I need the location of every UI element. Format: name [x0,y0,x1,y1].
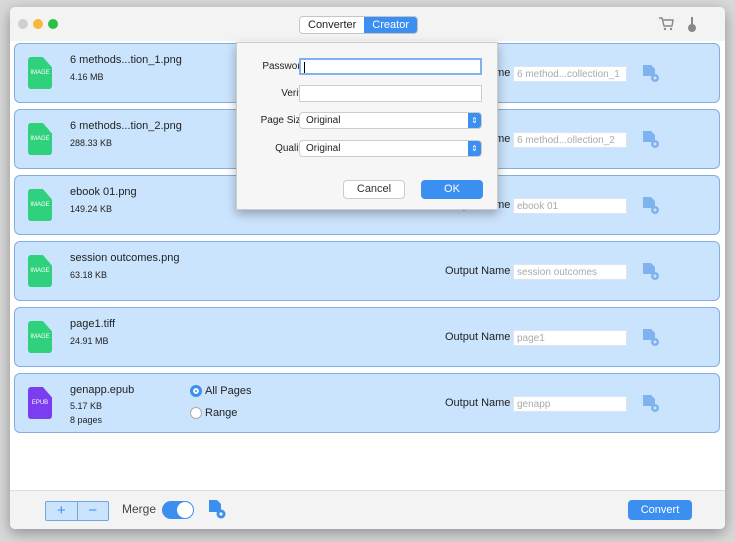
close-window-button[interactable] [18,19,28,29]
brush-icon[interactable] [687,17,697,36]
file-name: page1.tiff [70,318,116,330]
output-name-input[interactable]: session outcomes [513,264,627,280]
text-caret [304,62,305,73]
ok-button[interactable]: OK [421,180,483,199]
add-remove-control: + − [45,501,109,521]
file-name: ebook 01.png [70,186,137,198]
file-row[interactable]: EPUB genapp.epub 5.17 KB 8 pages All Pag… [14,373,720,433]
page-size-select[interactable]: Original ⇕ [299,112,482,129]
radio-unselected-icon [190,407,202,420]
file-settings-icon[interactable] [642,65,660,83]
file-name: genapp.epub [70,384,135,396]
select-arrows-icon: ⇕ [468,113,481,128]
radio-selected-icon [190,385,202,398]
app-window: Converter Creator IMAGE 6 methods...tion… [10,7,725,529]
footer-toolbar: + − Merge Convert [10,490,725,529]
minimize-window-button[interactable] [33,19,43,29]
output-name-input[interactable]: ebook 01 [513,198,627,214]
convert-button[interactable]: Convert [628,500,692,520]
output-name-label: Output Name [445,331,511,343]
range-radio[interactable]: Range [190,407,237,420]
file-settings-icon[interactable] [642,197,660,215]
toggle-knob [177,502,193,518]
file-settings-icon[interactable] [642,329,660,347]
file-size: 63.18 KB [70,270,108,280]
file-size: 149.24 KB [70,204,113,214]
output-name-input[interactable]: page1 [513,330,627,346]
remove-file-button[interactable]: − [78,502,109,520]
file-name: 6 methods...tion_1.png [70,54,182,66]
cart-icon[interactable] [658,17,674,34]
pdf-options-dialog: Password: Verify: Page Size: Original ⇕ Q… [236,42,498,210]
output-name-input[interactable]: 6 method...collection_1 [513,66,627,82]
file-name: 6 methods...tion_2.png [70,120,182,132]
output-name-label: Output Name [445,265,511,277]
file-row[interactable]: IMAGE page1.tiff 24.91 MB Output Name pa… [14,307,720,367]
maximize-window-button[interactable] [48,19,58,29]
merge-label: Merge [122,502,157,516]
file-settings-icon[interactable] [642,263,660,281]
image-file-icon: IMAGE [28,57,52,89]
tab-converter[interactable]: Converter [300,17,365,33]
file-size: 24.91 MB [70,336,109,346]
epub-file-icon: EPUB [28,387,52,419]
file-name: session outcomes.png [70,252,180,264]
file-row[interactable]: IMAGE session outcomes.png 63.18 KB Outp… [14,241,720,301]
image-file-icon: IMAGE [28,321,52,353]
image-file-icon: IMAGE [28,255,52,287]
image-file-icon: IMAGE [28,123,52,155]
output-name-input[interactable]: 6 method...ollection_2 [513,132,627,148]
titlebar: Converter Creator [10,7,725,41]
select-arrows-icon: ⇕ [468,141,481,156]
image-file-icon: IMAGE [28,189,52,221]
add-file-button[interactable]: + [46,502,77,520]
file-size: 288.33 KB [70,138,113,148]
file-settings-icon[interactable] [642,395,660,413]
cancel-button[interactable]: Cancel [343,180,405,199]
page-count: 8 pages [70,415,103,425]
quality-select[interactable]: Original ⇕ [299,140,482,157]
password-input[interactable] [299,58,482,75]
tab-creator[interactable]: Creator [364,17,417,33]
verify-input[interactable] [299,85,482,102]
file-settings-icon[interactable] [642,131,660,149]
merge-toggle[interactable] [162,501,194,519]
mode-switcher: Converter Creator [299,16,418,34]
output-name-label: Output Name [445,397,511,409]
output-name-input[interactable]: genapp [513,396,627,412]
global-settings-icon[interactable] [208,500,226,520]
file-size: 4.16 MB [70,72,104,82]
all-pages-radio[interactable]: All Pages [190,385,251,398]
file-size: 5.17 KB [70,401,103,411]
